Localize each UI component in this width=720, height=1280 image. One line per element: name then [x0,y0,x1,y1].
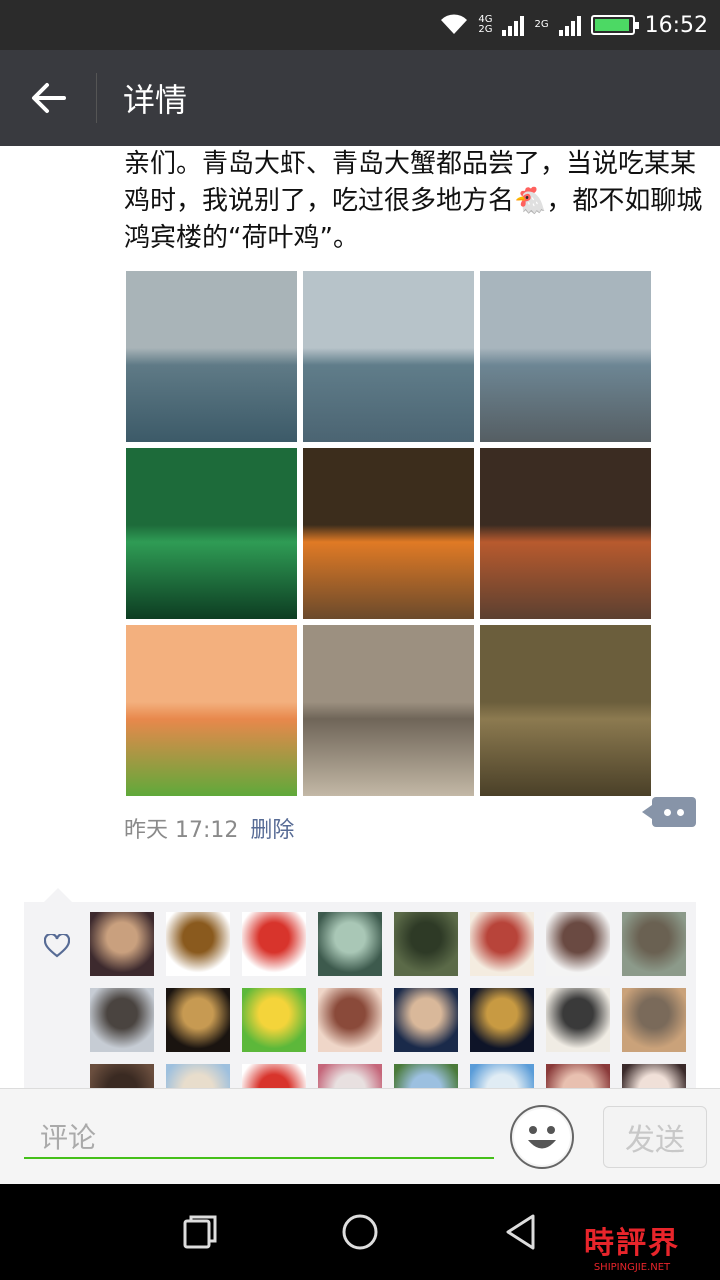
status-bar: 4G 2G 2G 16:52 [0,0,720,50]
avatar-green-badge[interactable] [242,988,306,1052]
title-bar: 详情 [0,50,720,146]
avatar-statue[interactable] [622,912,686,976]
wifi-icon [440,14,468,36]
clams-photo[interactable] [303,625,474,796]
avatar-woman[interactable] [90,912,154,976]
subway-photo[interactable] [126,448,297,619]
post-text: 亲们。青岛大虾、青岛大蟹都品尝了，当说吃某某鸡时，我说别了，吃过很多地方名🐔，都… [124,149,703,253]
noodle-soup-photo[interactable] [480,625,651,796]
avatar-man-suit[interactable] [394,988,458,1052]
avatar-partial-3[interactable] [242,1064,306,1088]
avatar-partial-7[interactable] [546,1064,610,1088]
avatar-night-city[interactable] [470,988,534,1052]
comment-icon-dot [664,808,671,816]
avatar-woman-2[interactable] [546,912,610,976]
sea-photo-3[interactable] [480,271,651,442]
sea-photo-2[interactable] [303,271,474,442]
likes-arrow [44,888,72,902]
comment-bar: 发送 [0,1088,720,1184]
avatar-partial-2[interactable] [166,1064,230,1088]
back-button[interactable] [0,50,96,146]
comment-icon-dot [677,808,684,816]
avatar-red-logo[interactable] [242,912,306,976]
title-divider [96,73,97,123]
sea-photo-1[interactable] [126,271,297,442]
send-button[interactable]: 发送 [603,1106,707,1168]
likes-panel [24,902,696,1088]
nav-back-icon [506,1214,535,1250]
avatar-man-office[interactable] [318,912,382,976]
avatar-calligraphy-2[interactable] [546,988,610,1052]
photo-grid [126,271,652,796]
avatar-leopard[interactable] [166,988,230,1052]
arrow-left-icon [32,83,66,113]
avatar-partial-8[interactable] [622,1064,686,1088]
comment-button[interactable] [642,797,696,827]
page-title: 详情 [123,81,188,119]
crab-dish-photo[interactable] [480,448,651,619]
heart-icon [43,932,71,962]
watermark: 時評界 SHIPINGJIE.NET [584,1218,680,1273]
watermark-main: 時評界 [584,1226,680,1261]
avatar-child[interactable] [622,988,686,1052]
watermark-sub: SHIPINGJIE.NET [593,1262,671,1273]
crab-photo[interactable] [303,448,474,619]
post-time: 昨天 17:12 [124,818,239,843]
avatar-partial-1[interactable] [90,1064,154,1088]
home-icon [342,1214,378,1250]
nav-back-button[interactable] [490,1202,550,1262]
network-label-2g: 2G [534,19,549,30]
avatar-forest[interactable] [394,912,458,976]
delete-link[interactable]: 删除 [250,812,294,844]
clock: 16:52 [644,12,708,38]
network-label-4g2g: 4G 2G [478,14,493,35]
recents-button[interactable] [170,1202,230,1262]
home-button[interactable] [330,1202,390,1262]
comment-input[interactable] [24,1117,494,1159]
liker-avatars [90,912,686,1088]
avatar-mountain[interactable] [90,988,154,1052]
recents-icon [183,1215,217,1249]
signal-bars-1-icon [502,14,525,36]
avatar-woman-3[interactable] [318,988,382,1052]
avatar-partial-4[interactable] [318,1064,382,1088]
avatar-calligraphy[interactable] [470,912,534,976]
avatar-partial-6[interactable] [470,1064,534,1088]
battery-icon [590,15,639,35]
emoji-button[interactable] [510,1105,574,1169]
signal-bars-2-icon [558,14,581,36]
avatar-partial-5[interactable] [394,1064,458,1088]
shrimp-photo[interactable] [126,625,297,796]
avatar-coin[interactable] [166,912,230,976]
smiley-icon [514,1109,570,1165]
post-meta: 昨天 17:12 删除 [124,812,294,844]
